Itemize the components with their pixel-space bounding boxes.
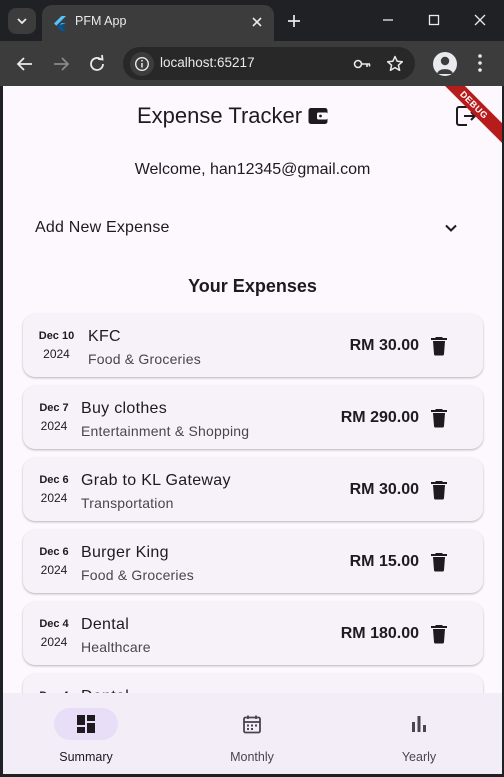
app-title: Expense Tracker [137, 103, 303, 128]
expense-card[interactable]: Dec 7 2024 Buy clothes Entertainment & S… [23, 386, 483, 449]
minimize-icon[interactable] [378, 10, 398, 30]
expense-category: Food & Groceries [81, 567, 194, 583]
expense-category: Food & Groceries [88, 351, 201, 367]
tab-search-button[interactable] [8, 8, 36, 34]
expense-title: Buy clothes [81, 400, 168, 417]
nav-label: Monthly [230, 750, 274, 764]
tab-title: PFM App [75, 14, 127, 28]
more-vert-icon[interactable] [470, 52, 490, 74]
expense-card[interactable]: Dec 6 2024 Grab to KL Gateway Transporta… [23, 458, 483, 521]
add-expense-expander[interactable]: Add New Expense [21, 204, 484, 252]
calendar-icon [243, 715, 261, 734]
password-key-icon[interactable] [352, 54, 372, 74]
nav-item-summary[interactable]: Summary [3, 693, 169, 774]
wallet-icon [308, 108, 328, 124]
expense-date: Dec 6 [39, 474, 69, 486]
welcome-text: Welcome, han12345@gmail.com [134, 161, 371, 178]
expense-amount: RM 290.00 [340, 409, 419, 426]
browser-toolbar: localhost:65217 [0, 41, 504, 86]
expense-amount: RM 30.00 [349, 337, 419, 354]
nav-item-monthly[interactable]: Monthly [169, 693, 335, 774]
expense-year: 2024 [40, 635, 68, 649]
delete-icon[interactable] [427, 334, 451, 358]
expense-amount: RM 180.00 [340, 625, 419, 642]
expense-date: Dec 6 [39, 546, 69, 558]
expense-title: Burger King [81, 544, 169, 561]
expense-card[interactable]: Dec 4 2024 Dental Healthcare RM 180.00 [23, 602, 483, 665]
bookmark-star-icon[interactable] [385, 54, 405, 74]
info-icon [134, 56, 150, 72]
window-close-icon[interactable] [470, 10, 490, 30]
app-bar: Expense Tracker DEBUG [3, 86, 502, 149]
expense-year: 2024 [40, 491, 68, 505]
new-tab-icon[interactable] [284, 11, 304, 31]
expense-title: Grab to KL Gateway [81, 472, 231, 489]
url-text: localhost:65217 [160, 55, 255, 70]
delete-icon[interactable] [427, 478, 451, 502]
nav-label: Yearly [401, 750, 437, 764]
expense-card[interactable]: Dec 10 2024 KFC Food & Groceries RM 30.0… [23, 314, 483, 377]
profile-avatar[interactable] [433, 52, 457, 76]
chevron-down-icon [445, 224, 457, 232]
expense-year: 2024 [40, 563, 68, 577]
browser-tab[interactable]: PFM App [42, 5, 274, 41]
expense-category: Transportation [81, 495, 174, 511]
dashboard-icon [77, 715, 95, 733]
delete-icon[interactable] [427, 622, 451, 646]
flutter-icon [54, 16, 66, 31]
nav-label: Summary [59, 750, 113, 764]
close-icon[interactable] [248, 13, 266, 31]
expense-date: Dec 7 [39, 402, 69, 414]
delete-icon[interactable] [427, 406, 451, 430]
expense-category: Healthcare [81, 639, 151, 655]
nav-item-yearly[interactable]: Yearly [336, 693, 502, 774]
bar-chart-icon [412, 716, 426, 732]
expense-title: Dental [81, 616, 130, 633]
expense-year: 2024 [40, 419, 68, 433]
person-icon [437, 56, 453, 74]
site-info-button[interactable] [130, 52, 154, 76]
address-bar[interactable]: localhost:65217 [123, 47, 415, 80]
app-viewport: Expense Tracker DEBUG Welcome, han12345@… [3, 86, 502, 774]
expense-title: KFC [88, 328, 121, 345]
add-expense-label: Add New Expense [35, 219, 170, 236]
chevron-down-icon [17, 18, 27, 25]
expense-date: Dec 4 [39, 618, 69, 630]
expense-amount: RM 30.00 [349, 481, 419, 498]
expense-year: 2024 [43, 347, 70, 361]
expense-category: Entertainment & Shopping [81, 423, 250, 439]
expense-amount: RM 15.00 [349, 553, 419, 570]
forward-arrow-icon[interactable] [50, 53, 72, 75]
maximize-icon[interactable] [424, 10, 444, 30]
browser-tab-bar: PFM App [0, 0, 504, 41]
bottom-navigation: Summary Monthly Yearly [3, 693, 502, 774]
delete-icon[interactable] [427, 550, 451, 574]
section-title: Your Expenses [188, 276, 317, 296]
expense-date: Dec 10 [38, 330, 75, 342]
back-arrow-icon[interactable] [14, 53, 36, 75]
expense-card[interactable]: Dec 6 2024 Burger King Food & Groceries … [23, 530, 483, 593]
reload-icon[interactable] [86, 53, 108, 75]
